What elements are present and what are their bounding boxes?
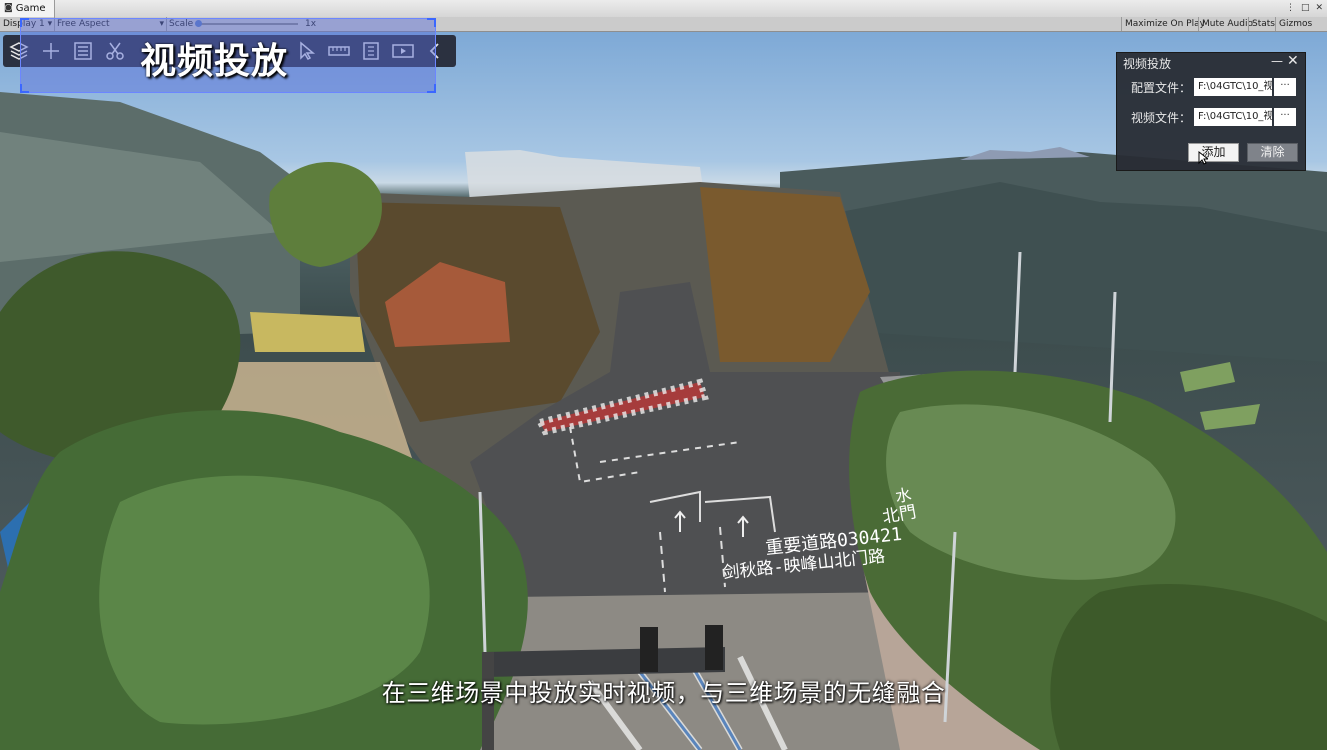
maximize-icon[interactable]: □ — [1301, 0, 1310, 17]
gizmos-button[interactable]: Gizmos — [1275, 17, 1315, 31]
stats-button[interactable]: Stats — [1248, 17, 1278, 31]
minimize-icon[interactable]: — — [1271, 54, 1283, 68]
selection-corner — [427, 18, 436, 27]
video-projection-dialog: 视频投放 — ✕ 配置文件： F:\04GTC\10_视 ··· 视频文件： F… — [1116, 52, 1306, 171]
more-icon[interactable]: ⋮ — [1286, 0, 1295, 17]
video-subtitle: 在三维场景中投放实时视频，与三维场景的无缝融合 — [381, 679, 946, 707]
dialog-title: 视频投放 — [1123, 57, 1172, 71]
config-file-label: 配置文件： — [1131, 81, 1192, 95]
traffic-light-1 — [640, 627, 658, 672]
video-browse-button[interactable]: ··· — [1274, 108, 1296, 126]
config-file-input[interactable]: F:\04GTC\10_视 — [1194, 78, 1272, 96]
floating-tree-fragments — [1180, 362, 1260, 430]
feature-title: 视频投放 — [140, 41, 289, 82]
video-file-input[interactable]: F:\04GTC\10_视 — [1194, 108, 1272, 126]
selection-corner — [427, 84, 436, 93]
add-button[interactable]: 添加 — [1188, 143, 1239, 162]
window-controls: ⋮ □ ✕ — [1286, 0, 1323, 17]
gamepad-icon: ◙ — [4, 3, 13, 13]
selection-corner — [20, 18, 29, 27]
selection-corner — [20, 84, 29, 93]
tab-game[interactable]: ◙ Game — [0, 0, 55, 17]
close-icon[interactable]: ✕ — [1315, 0, 1323, 17]
window-titlebar: ◙ Game ⋮ □ ✕ — [0, 0, 1327, 18]
tree-bottom-right — [1050, 583, 1327, 750]
flower-terrace — [250, 312, 365, 352]
video-file-label: 视频文件： — [1131, 111, 1192, 125]
clear-button[interactable]: 清除 — [1247, 143, 1298, 162]
config-browse-button[interactable]: ··· — [1274, 78, 1296, 96]
mouse-cursor-icon — [1198, 151, 1208, 165]
traffic-light-2 — [705, 625, 723, 670]
tab-game-label: Game — [15, 3, 46, 14]
maximize-on-play-button[interactable]: Maximize On Play — [1121, 17, 1208, 31]
close-icon[interactable]: ✕ — [1287, 53, 1299, 69]
video-trees-right — [700, 187, 870, 362]
